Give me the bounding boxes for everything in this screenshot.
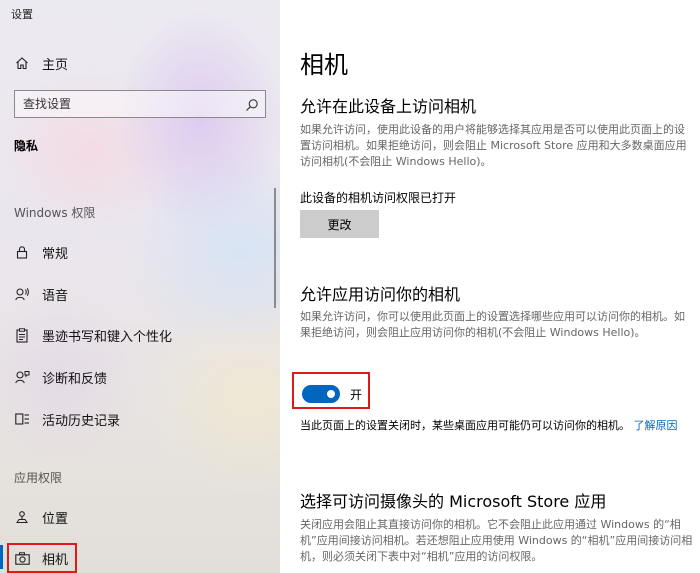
inking-icon [14, 327, 30, 343]
device-access-status: 此设备的相机访问权限已打开 [300, 191, 457, 205]
annotation-highlight-toggle [292, 372, 370, 409]
change-button[interactable]: 更改 [300, 210, 379, 238]
device-access-description: 如果允许访问，使用此设备的用户将能够选择其应用是否可以使用此页面上的设置访问相机… [300, 123, 687, 168]
feedback-icon [14, 369, 30, 385]
home-icon [14, 55, 30, 71]
sidebar-item-label: 主页 [42, 57, 69, 73]
main-content: 相机 允许在此设备上访问相机 如果允许访问，使用此设备的用户将能够选择其应用是否… [280, 0, 700, 573]
lock-icon [14, 244, 30, 260]
activity-history-icon [14, 411, 30, 427]
app-access-note: 当此页面上的设置关闭时，某些桌面应用可能仍可以访问你的相机。 了解原因 [300, 418, 694, 434]
sidebar-item-label: 语音 [42, 288, 69, 304]
annotation-highlight-camera [7, 543, 77, 573]
app-title: 设置 [11, 8, 33, 21]
location-icon [14, 509, 30, 525]
note-text: 当此页面上的设置关闭时，某些桌面应用可能仍可以访问你的相机。 [300, 419, 630, 432]
group-label-app-permissions: 应用权限 [14, 471, 63, 485]
speech-icon [14, 286, 30, 302]
sidebar-item-home[interactable]: 主页 [0, 45, 280, 81]
store-apps-heading: 选择可访问摄像头的 Microsoft Store 应用 [300, 492, 607, 511]
sidebar-item-activity-history[interactable]: 活动历史记录 [0, 401, 280, 437]
section-title: 隐私 [14, 139, 39, 153]
search-icon[interactable] [245, 97, 259, 111]
search-input[interactable] [23, 94, 233, 114]
sidebar-item-location[interactable]: 位置 [0, 499, 280, 535]
store-apps-description: 关闭应用会阻止其直接访问你的相机。它不会阻止此应用通过 Windows 的“相机… [300, 518, 693, 563]
sidebar-item-label: 位置 [42, 511, 69, 527]
selected-indicator [0, 545, 3, 569]
page-title: 相机 [300, 51, 348, 79]
sidebar-scrollbar[interactable] [274, 188, 276, 308]
sidebar-item-diagnostics[interactable]: 诊断和反馈 [0, 359, 280, 395]
sidebar-item-inking[interactable]: 墨迹书写和键入个性化 [0, 317, 280, 353]
group-label-windows-permissions: Windows 权限 [14, 206, 96, 220]
sidebar-item-label: 活动历史记录 [42, 413, 121, 429]
search-box[interactable] [14, 90, 266, 118]
app-access-heading: 允许应用访问你的相机 [300, 285, 461, 304]
device-access-heading: 允许在此设备上访问相机 [300, 97, 477, 116]
sidebar: 设置 主页 隐私 Windows 权限 常规 语音 墨迹书写和键入个性化 [0, 0, 280, 573]
learn-why-link[interactable]: 了解原因 [634, 419, 678, 432]
sidebar-item-label: 墨迹书写和键入个性化 [42, 329, 173, 345]
sidebar-item-label: 诊断和反馈 [42, 371, 108, 387]
sidebar-item-label: 常规 [42, 246, 69, 262]
sidebar-item-general[interactable]: 常规 [0, 234, 280, 270]
app-access-description: 如果允许访问，你可以使用此页面上的设置选择哪些应用可以访问你的相机。如果拒绝访问… [300, 310, 685, 339]
sidebar-item-speech[interactable]: 语音 [0, 276, 280, 312]
